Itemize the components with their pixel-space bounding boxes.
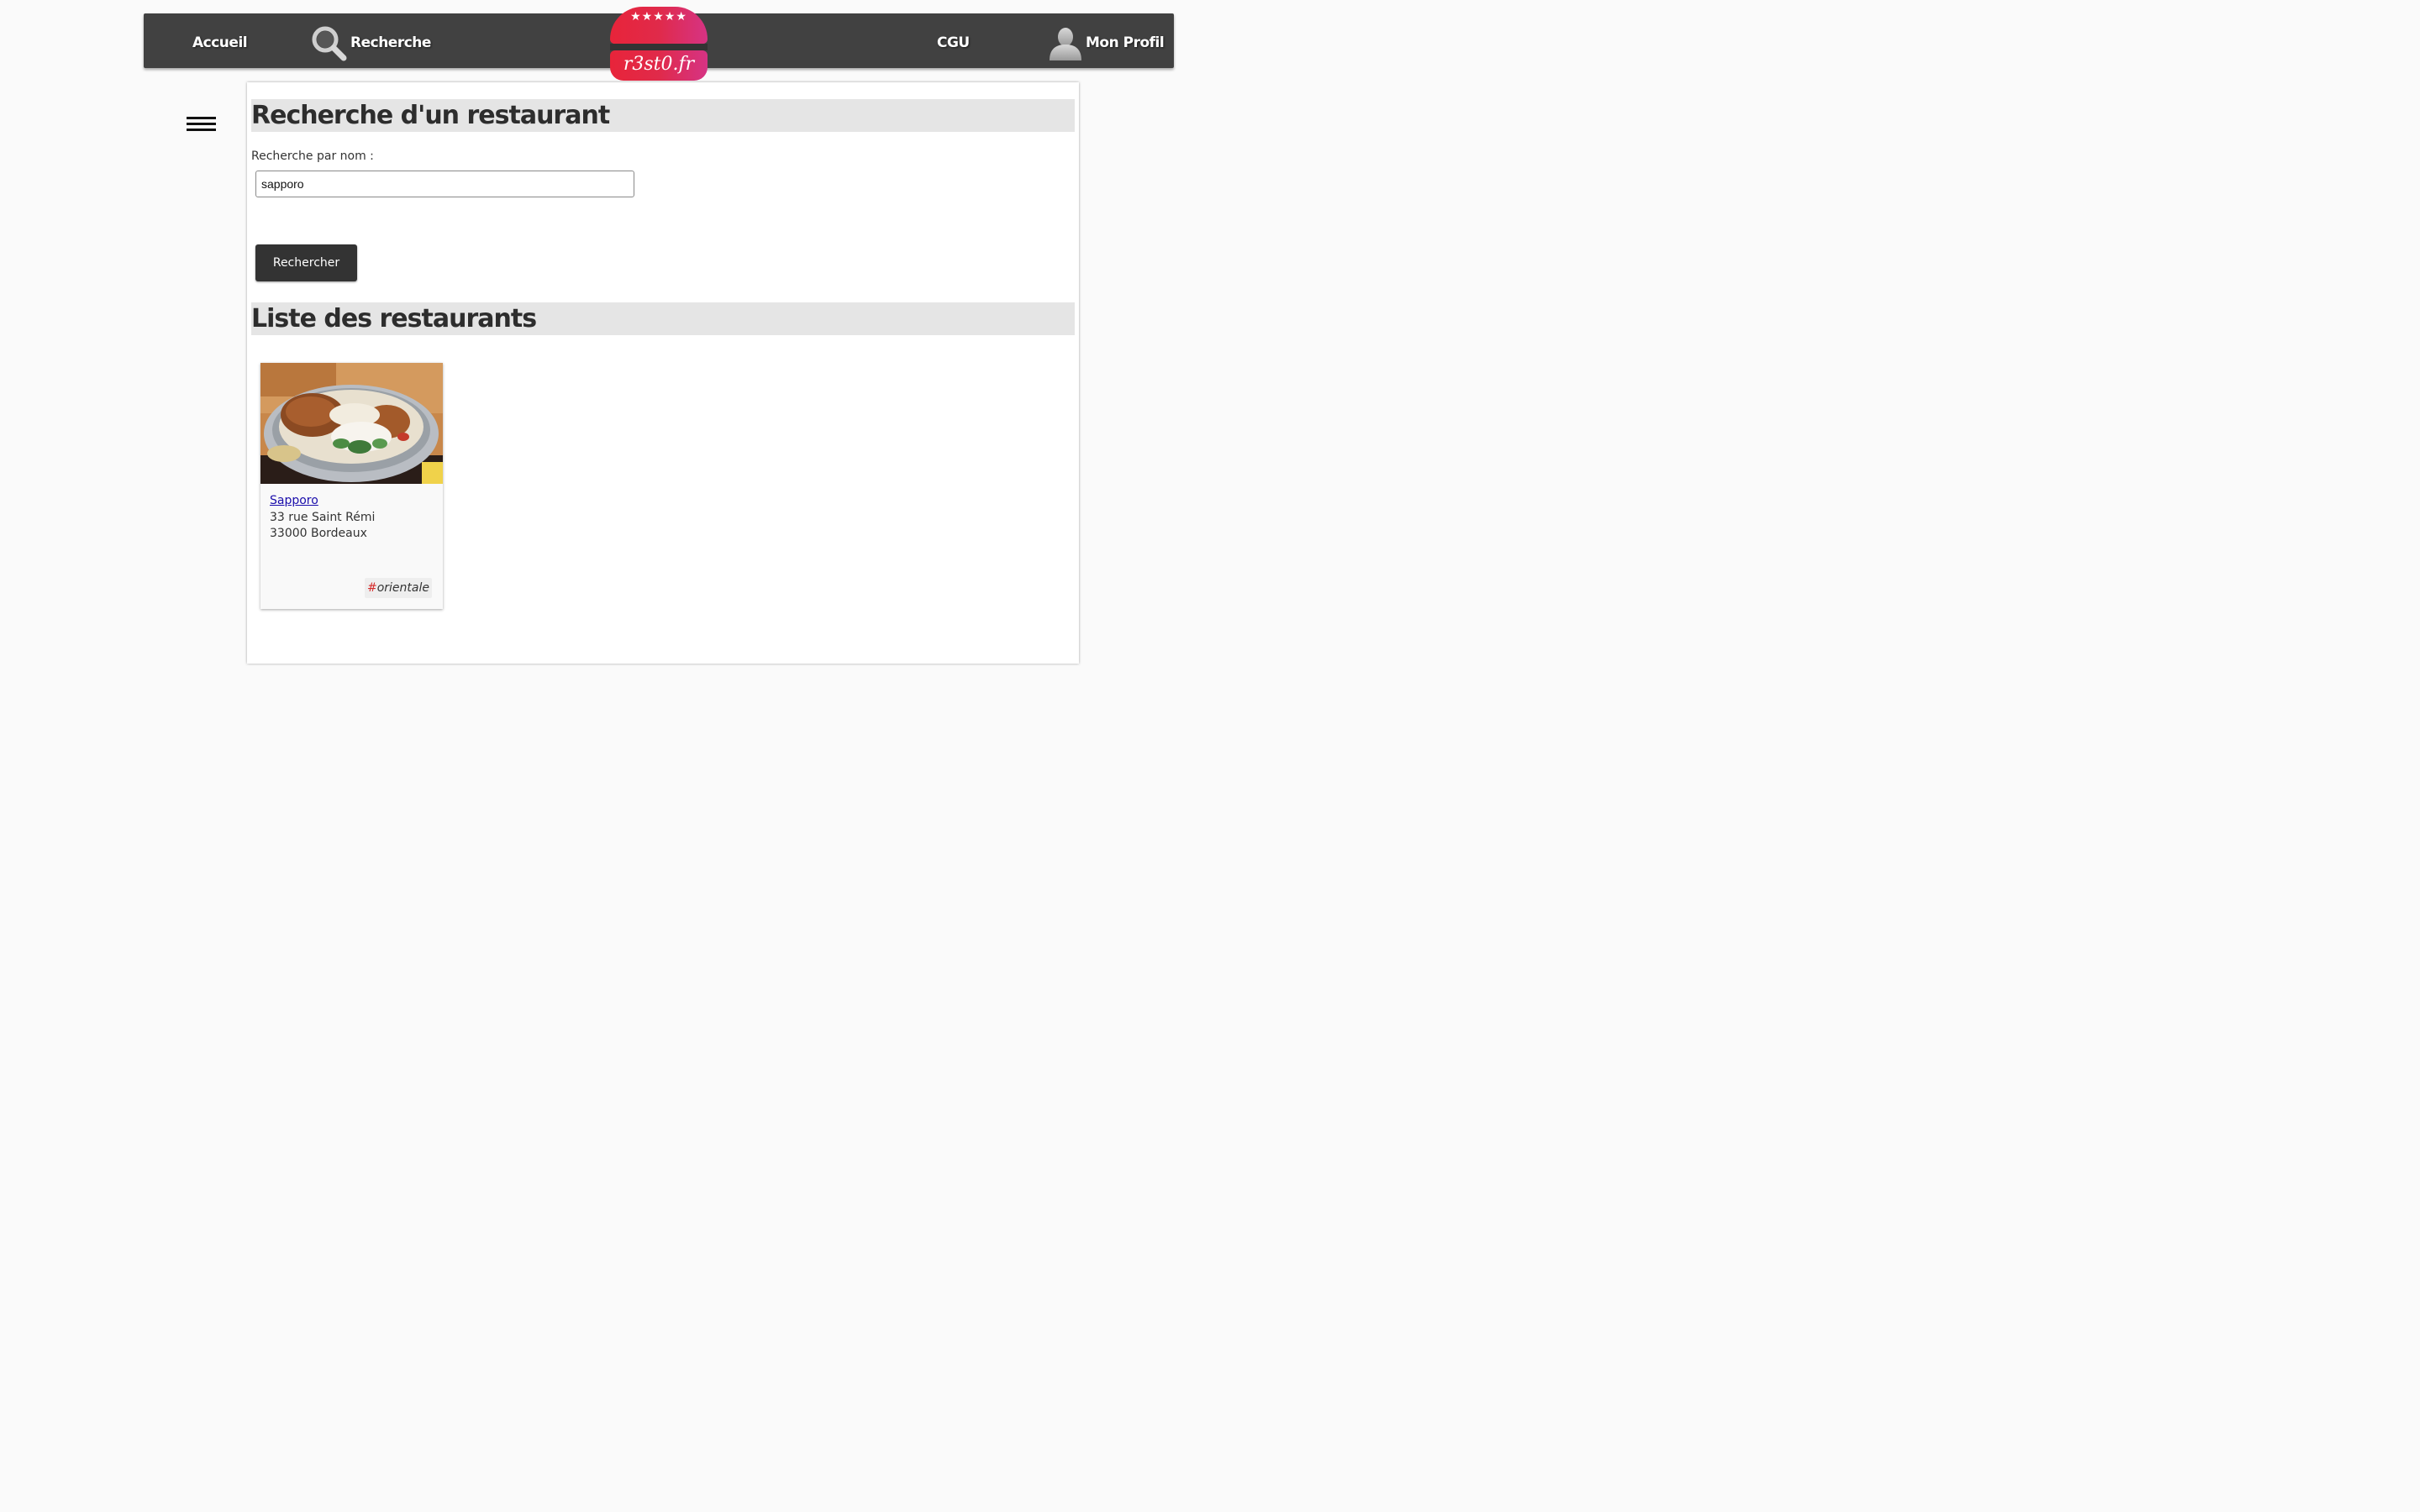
food-bowl-image (260, 363, 443, 484)
search-input[interactable] (255, 171, 634, 197)
restaurant-address-city: 33000 Bordeaux (270, 527, 367, 540)
nav-link-accueil[interactable]: Accueil (192, 13, 248, 68)
restaurant-address-street: 33 rue Saint Rémi (270, 511, 376, 524)
hamburger-menu-icon[interactable] (187, 117, 216, 133)
logo-stars: ★★★★★ (630, 10, 687, 24)
tag-label: orientale (376, 581, 429, 595)
nav-link-cgu[interactable]: CGU (937, 13, 970, 68)
site-logo[interactable]: ★★★★★ r3st0.fr (610, 7, 708, 81)
search-button[interactable]: Rechercher (255, 244, 357, 281)
search-icon[interactable] (309, 24, 348, 62)
logo-text: r3st0.fr (623, 54, 695, 75)
nav-link-recherche[interactable]: Recherche (350, 13, 431, 68)
restaurant-photo (260, 363, 443, 484)
main-panel: Recherche d'un restaurant Recherche par … (247, 82, 1079, 664)
logo-band (610, 44, 708, 50)
nav-link-mon-profil[interactable]: Mon Profil (1086, 13, 1165, 68)
search-section-title: Recherche d'un restaurant (251, 99, 1075, 132)
user-avatar-icon[interactable] (1048, 27, 1083, 60)
restaurant-card: Sapporo 33 rue Saint Rémi 33000 Bordeaux… (260, 363, 443, 609)
hamburger-bar (187, 117, 216, 119)
hamburger-bar (187, 129, 216, 131)
page: Accueil Recherche CGU Mon Profil ★★★★★ r… (0, 0, 1318, 823)
list-section-title: Liste des restaurants (251, 302, 1075, 335)
restaurant-name-link[interactable]: Sapporo (270, 494, 318, 507)
tag-hash: # (366, 581, 377, 595)
search-label: Recherche par nom : (251, 150, 374, 163)
restaurant-tag[interactable]: #orientale (364, 578, 432, 598)
hamburger-bar (187, 123, 216, 125)
